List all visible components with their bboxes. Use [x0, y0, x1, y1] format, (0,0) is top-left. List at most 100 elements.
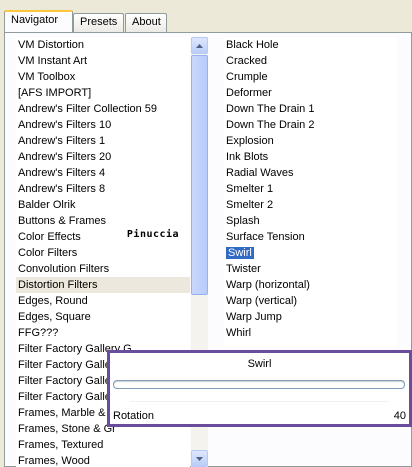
effect-item-label: Cracked [226, 55, 267, 67]
rotation-row: Rotation 40 [113, 408, 406, 424]
rotation-slider[interactable] [113, 380, 405, 389]
effect-item[interactable]: Cracked [224, 53, 398, 69]
category-item[interactable]: Andrew's Filters 4 [16, 165, 190, 181]
chevron-down-icon [196, 456, 203, 461]
effect-item-label: Deformer [226, 87, 272, 99]
effect-item[interactable]: Swirl [224, 245, 398, 261]
effect-item[interactable]: Black Hole [224, 37, 398, 53]
category-item-label: Frames, Stone & Gr [18, 423, 116, 435]
effect-item-label: Down The Drain 1 [226, 103, 315, 115]
category-item-label: VM Instant Art [18, 55, 88, 67]
effect-item-label: Warp (vertical) [226, 295, 298, 307]
category-item-label: Frames, Marble & C [18, 407, 117, 419]
effect-item[interactable]: Smelter 1 [224, 181, 398, 197]
effect-item[interactable]: Warp (vertical) [224, 293, 398, 309]
watermark-text: Pinuccia [126, 228, 180, 240]
effect-item[interactable]: Explosion [224, 133, 398, 149]
category-item[interactable]: VM Toolbox [16, 69, 190, 85]
effect-item[interactable]: Warp (horizontal) [224, 277, 398, 293]
category-item[interactable]: Balder Olrik [16, 197, 190, 213]
effect-item-label: Smelter 2 [226, 199, 274, 211]
effect-item-label: Splash [226, 215, 260, 227]
category-item[interactable]: Edges, Square [16, 309, 190, 325]
tab-presets[interactable]: Presets [73, 13, 124, 32]
category-item-label: FFG??? [18, 327, 59, 339]
category-item-label: Color Effects [18, 231, 81, 243]
effect-item[interactable]: Down The Drain 1 [224, 101, 398, 117]
category-item-label: Andrew's Filters 10 [18, 119, 112, 131]
category-item-label: Filter Factory Gallery [18, 375, 121, 387]
effect-item-label: Smelter 1 [226, 183, 274, 195]
category-item-label: Andrew's Filters 20 [18, 151, 112, 163]
scroll-up-button[interactable] [191, 37, 208, 54]
category-item-label: Filter Factory Gallery [18, 359, 121, 371]
category-item[interactable]: Andrew's Filters 1 [16, 133, 190, 149]
category-item-label: Buttons & Frames [18, 215, 107, 227]
effect-item-label: Explosion [226, 135, 274, 147]
category-item-label: Andrew's Filters 8 [18, 183, 106, 195]
effect-item-label: Black Hole [226, 39, 279, 51]
category-item[interactable]: VM Distortion [16, 37, 190, 53]
divider [130, 401, 389, 402]
category-item[interactable]: VM Instant Art [16, 53, 190, 69]
effect-item[interactable]: Splash [224, 213, 398, 229]
scrollbar-thumb[interactable] [191, 55, 208, 295]
tab-navigator[interactable]: Navigator [4, 10, 73, 32]
category-item-label: Filter Factory Gallery [18, 391, 121, 403]
effect-item-label: Down The Drain 2 [226, 119, 315, 131]
category-item[interactable]: Frames, Textured [16, 437, 190, 453]
effect-item[interactable]: Surface Tension [224, 229, 398, 245]
category-item-label: Edges, Square [18, 311, 91, 323]
category-item[interactable]: [AFS IMPORT] [16, 85, 190, 101]
tab-about-label: About [132, 16, 161, 28]
category-item-label: VM Distortion [18, 39, 85, 51]
category-item[interactable]: Distortion Filters [16, 277, 190, 293]
effect-item-label: Surface Tension [226, 231, 305, 243]
tab-presets-label: Presets [80, 16, 118, 28]
category-item-label: Frames, Textured [18, 439, 104, 451]
category-item[interactable]: Color Filters [16, 245, 190, 261]
watermark-pinuccia: Pinuccia [124, 226, 182, 242]
category-item[interactable]: Andrew's Filters 10 [16, 117, 190, 133]
category-item[interactable]: Andrew's Filter Collection 59 [16, 101, 190, 117]
effect-item[interactable]: Twister [224, 261, 398, 277]
category-item-label: Andrew's Filter Collection 59 [18, 103, 158, 115]
category-item[interactable]: Andrew's Filters 8 [16, 181, 190, 197]
effect-item-label: Ink Blots [226, 151, 269, 163]
effect-item-label: Warp (horizontal) [226, 279, 310, 291]
swirl-preview-panel: Swirl Rotation 40 [107, 350, 412, 427]
effect-item-label: Swirl [226, 247, 254, 259]
effect-item[interactable]: Down The Drain 2 [224, 117, 398, 133]
effect-item[interactable]: Crumple [224, 69, 398, 85]
effect-item-label: Whirl [226, 327, 252, 339]
category-item[interactable]: FFG??? [16, 325, 190, 341]
effect-item[interactable]: Deformer [224, 85, 398, 101]
chevron-up-icon [196, 43, 203, 48]
category-item-label: Distortion Filters [18, 279, 98, 291]
rotation-value[interactable]: 40 [394, 408, 406, 424]
category-item-label: Andrew's Filters 4 [18, 167, 106, 179]
category-item-label: VM Toolbox [18, 71, 76, 83]
effect-item[interactable]: Ink Blots [224, 149, 398, 165]
category-item[interactable]: Frames, Wood [16, 453, 190, 467]
effect-item[interactable]: Smelter 2 [224, 197, 398, 213]
effect-item-label: Warp Jump [226, 311, 282, 323]
category-item[interactable]: Edges, Round [16, 293, 190, 309]
effect-item-label: Radial Waves [226, 167, 294, 179]
effect-item[interactable]: Warp Jump [224, 309, 398, 325]
category-item-label: Andrew's Filters 1 [18, 135, 106, 147]
tab-navigator-label: Navigator [11, 14, 59, 26]
filter-title: Swirl [247, 358, 272, 370]
category-item[interactable]: Andrew's Filters 20 [16, 149, 190, 165]
filter-effect-list[interactable]: Black Hole Cracked Crumple Deformer Down The… [224, 37, 398, 347]
scroll-down-button[interactable] [191, 450, 208, 467]
effect-item[interactable]: Whirl [224, 325, 398, 341]
category-item-label: [AFS IMPORT] [18, 87, 92, 99]
category-item[interactable]: Convolution Filters [16, 261, 190, 277]
tab-about[interactable]: About [125, 13, 167, 32]
effect-item[interactable]: Radial Waves [224, 165, 398, 181]
category-item-label: Convolution Filters [18, 263, 110, 275]
effect-item-label: Twister [226, 263, 261, 275]
effect-item-label: Crumple [226, 71, 268, 83]
category-item-label: Edges, Round [18, 295, 88, 307]
